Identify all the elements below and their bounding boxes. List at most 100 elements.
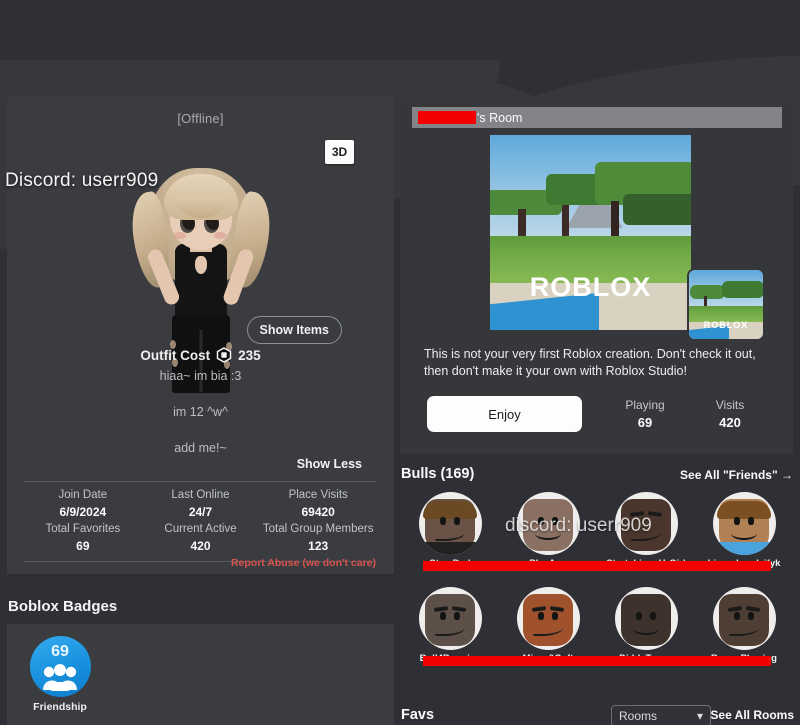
badges-section-title: Boblox Badges (8, 598, 118, 615)
stat-value: 69 (76, 539, 90, 553)
stat-value: 6/9/2024 (59, 505, 107, 519)
avatar-panel: [Offline] 3D Show Items Outfit Cost 235 … (7, 97, 394, 574)
friend-item[interactable]: bigandreadyifyk (695, 492, 793, 569)
friend-item[interactable]: Bull4Bunnies (401, 587, 499, 664)
friend-eye (734, 612, 740, 620)
friend-eye (454, 517, 460, 525)
friends-section-title: Bulls (169) (401, 466, 475, 482)
stat-label: Current Active (164, 523, 237, 535)
friend-mouth (633, 622, 659, 635)
censored-bar-row-2 (423, 656, 771, 666)
censored-bar-row-1 (423, 561, 771, 571)
discord-watermark-friends: discord: userr909 (505, 515, 652, 536)
friendship-badge-icon: 69 (29, 636, 91, 697)
outfit-cost-label: Outfit Cost (140, 347, 211, 363)
badge-count: 69 (51, 643, 69, 660)
friend-brow (745, 606, 761, 612)
friend-mouth (435, 624, 465, 636)
discord-watermark-profile: Discord: userr909 (5, 170, 159, 191)
badges-panel: 69 Friendship (7, 624, 394, 725)
bio-line-2: im 12 ^w^ (173, 405, 228, 419)
bio-line-1: hiaa~ im bia :3 (159, 369, 242, 383)
friend-shirt (712, 542, 776, 555)
friend-eye (748, 517, 754, 525)
see-all-friends-link[interactable]: See All "Friends" → (680, 468, 793, 482)
rooms-filter-value: Rooms (619, 709, 658, 723)
friend-hair (423, 501, 477, 519)
badge-name: Friendship (33, 701, 87, 713)
stat-label: Total Favorites (45, 523, 121, 535)
bio-line-3: add me!~ (174, 441, 227, 455)
profile-page: [Offline] 3D Show Items Outfit Cost 235 … (0, 0, 800, 725)
stat-value: 123 (308, 539, 329, 553)
friend-eye (440, 612, 446, 620)
friend-item[interactable]: DiddyTyson (597, 587, 695, 664)
friend-item[interactable]: Micro&Soft (499, 587, 597, 664)
avatar (614, 587, 678, 650)
avatar (516, 587, 580, 650)
favs-section-title: Favs (401, 707, 435, 723)
avatar-dress-cutout (194, 256, 207, 274)
show-less-link[interactable]: Show Less (297, 457, 362, 471)
stat-value: 420 (719, 415, 741, 430)
avatar-blush-left (173, 232, 186, 239)
friend-head (523, 594, 573, 646)
show-items-button[interactable]: Show Items (246, 316, 342, 344)
friend-mouth (729, 624, 759, 636)
roblox-logo-text: ROBLOX (529, 271, 652, 302)
stats-header-row-2: Total Favorites Current Active Total Gro… (24, 521, 377, 538)
play-button[interactable]: Enjoy (427, 396, 582, 432)
friend-eye (552, 612, 558, 620)
friend-item[interactable]: BunnyPlowing (695, 587, 793, 664)
game-thumbnail-small[interactable]: ROBLOX (689, 270, 763, 339)
stats-header-row-1: Join Date Last Online Place Visits (24, 487, 377, 504)
stat-value: 69420 (301, 505, 335, 519)
friends-row: Bull4Bunnies Micro&Soft (401, 587, 793, 666)
game-title-suffix: 's Room (477, 110, 523, 125)
game-description: This is not your very first Roblox creat… (424, 347, 756, 378)
friend-head (425, 594, 475, 646)
avatar (418, 492, 482, 555)
stat-label: Join Date (58, 489, 108, 501)
game-scene-small: ROBLOX (689, 270, 763, 339)
friend-eye (440, 517, 446, 525)
friend-eye (748, 612, 754, 620)
rooms-filter-dropdown[interactable]: Rooms ▾ (611, 705, 711, 725)
stat-label: Total Group Members (262, 523, 374, 535)
outfit-cost-value: 235 (238, 347, 261, 363)
badge-item-friendship[interactable]: 69 Friendship (24, 636, 96, 713)
scene-canopy (622, 193, 691, 225)
stat-label: Place Visits (288, 489, 348, 501)
avatar (712, 492, 776, 555)
see-all-rooms-link[interactable]: See All Rooms (710, 708, 794, 722)
stats-value-row-1: 6/9/2024 24/7 69420 (24, 504, 377, 521)
profile-stats-table: Join Date Last Online Place Visits 6/9/2… (24, 481, 377, 562)
game-thumbnail-large[interactable]: ROBLOX (490, 135, 691, 330)
friend-eye (538, 612, 544, 620)
stat-label: Visits (715, 398, 745, 412)
friend-hair (717, 501, 771, 519)
avatar-blush-right (213, 232, 226, 239)
toggle-3d-button[interactable]: 3D (325, 140, 354, 164)
game-stat-playing: Playing 69 (605, 397, 685, 432)
friend-brow (451, 606, 467, 612)
online-status: [Offline] (177, 111, 224, 126)
friend-item[interactable]: Step Dad (401, 492, 499, 569)
censored-username-block (418, 111, 476, 124)
friend-brow (549, 606, 565, 612)
friend-eye (636, 612, 642, 620)
stat-value: 420 (190, 539, 211, 553)
avatar (712, 587, 776, 650)
stat-label: Last Online (171, 489, 230, 501)
friend-eye (454, 612, 460, 620)
game-title-bar[interactable]: 's Room (412, 107, 782, 128)
game-stat-visits: Visits 420 (690, 397, 770, 432)
friend-head (719, 594, 769, 646)
friend-eye (734, 517, 740, 525)
friend-mouth (533, 624, 563, 636)
scene-canopy (690, 285, 725, 299)
chevron-down-icon: ▾ (696, 709, 703, 723)
robux-icon (216, 347, 232, 363)
report-abuse-link[interactable]: Report Abuse (we don't care) (231, 557, 376, 569)
friend-eye (650, 612, 656, 620)
